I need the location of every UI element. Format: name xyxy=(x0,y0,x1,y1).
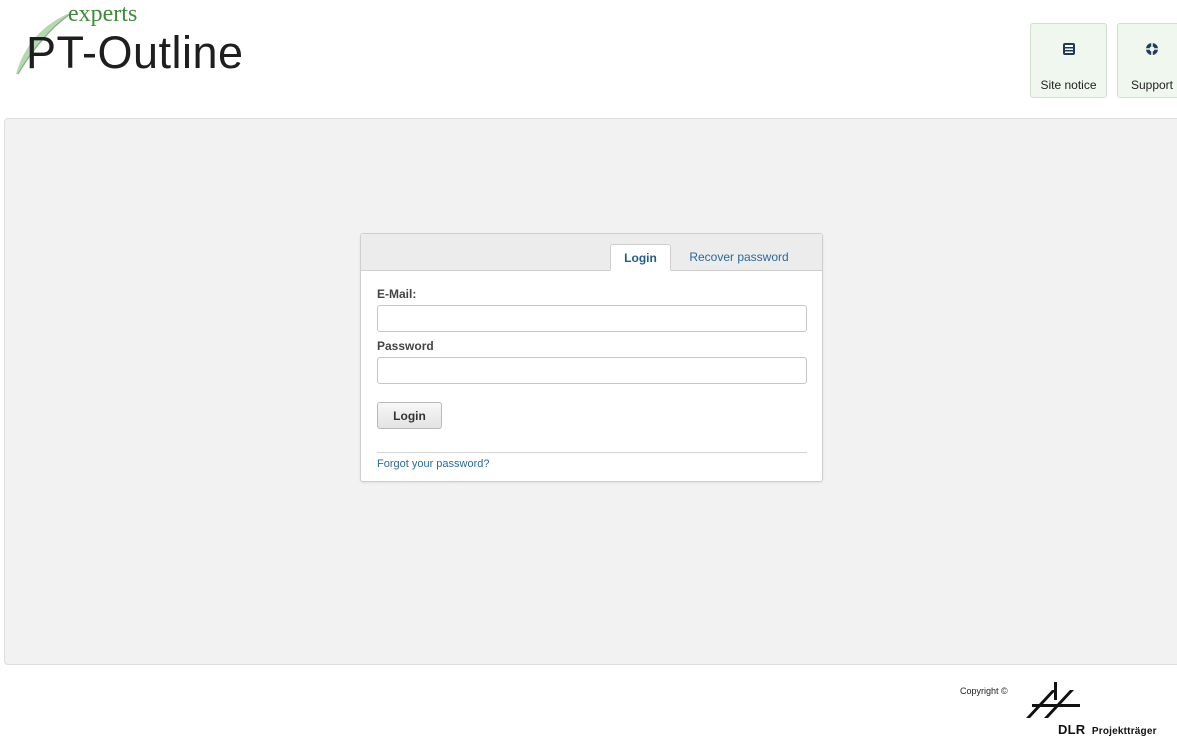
email-field[interactable] xyxy=(377,305,807,332)
dlr-logo-icon xyxy=(1026,682,1080,718)
dlr-name: Projektträger xyxy=(1091,726,1157,737)
support-label: Support xyxy=(1130,78,1174,92)
support-button[interactable]: Support xyxy=(1117,23,1177,98)
copyright-text: Copyright © xyxy=(960,686,1008,696)
login-tabbar: Login Recover password xyxy=(361,234,822,271)
site-notice-label: Site notice xyxy=(1040,78,1097,92)
login-button[interactable]: Login xyxy=(377,402,442,429)
logo-title: PT-Outline xyxy=(26,27,244,78)
password-label: Password xyxy=(377,339,434,353)
app-logo: experts PT-Outline xyxy=(10,0,280,80)
forgot-password-link[interactable]: Forgot your password? xyxy=(377,458,490,470)
password-field[interactable] xyxy=(377,357,807,384)
dlr-abbr: DLR xyxy=(1058,722,1086,737)
login-form: Login Recover password E-Mail: Password … xyxy=(360,233,823,482)
lifebuoy-icon xyxy=(1146,43,1158,55)
tab-login[interactable]: Login xyxy=(610,244,671,271)
email-label: E-Mail: xyxy=(377,287,417,301)
dlr-brand: DLR Projektträger xyxy=(1058,722,1157,737)
site-notice-button[interactable]: Site notice xyxy=(1030,23,1107,98)
site-notice-icon xyxy=(1062,43,1075,55)
tab-recover-password[interactable]: Recover password xyxy=(679,244,799,270)
form-divider xyxy=(377,452,807,453)
logo-subtitle: experts xyxy=(68,1,138,27)
